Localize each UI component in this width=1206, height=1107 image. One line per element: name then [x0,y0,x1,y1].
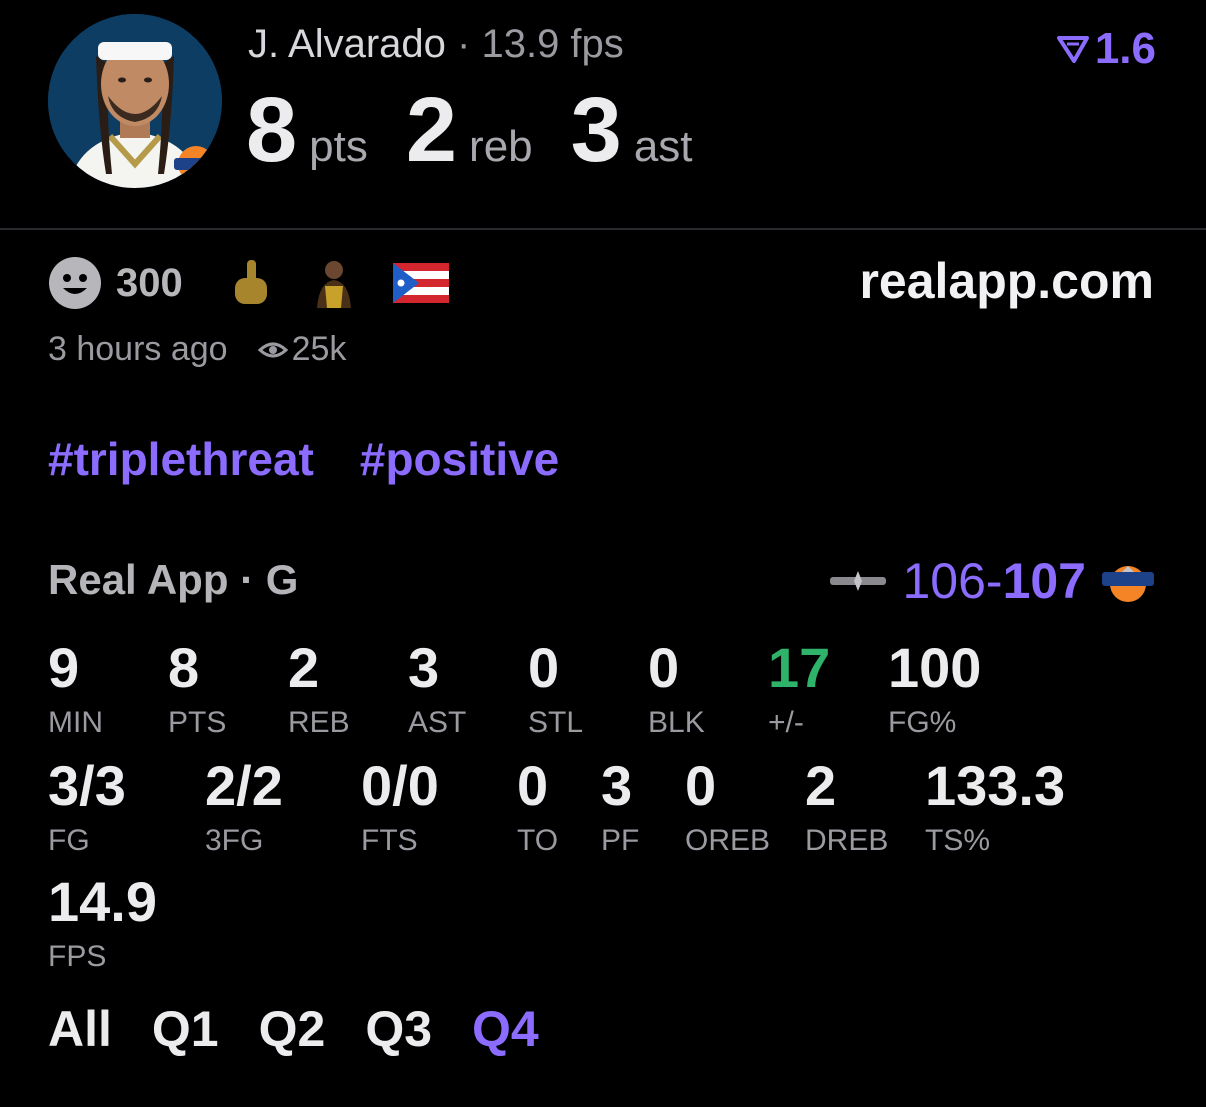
hashtags: #triplethreat #positive [48,432,559,486]
stat-blk: 0 BLK [648,640,705,740]
away-score: 106 [902,553,986,609]
puerto-rico-flag[interactable] [392,263,449,303]
home-score: 107 [1002,553,1086,609]
stat-value: 2/2 [205,754,283,817]
reactions-row: 300 [48,256,449,310]
knicks-logo [1102,566,1154,602]
stat-value: 0 [648,636,680,699]
eye-icon [257,342,288,357]
stat-label: +/- [768,706,804,739]
league-label: Real App · G [48,556,299,603]
player-avatar[interactable] [48,14,222,188]
middle-finger-emoji[interactable] [229,258,273,308]
stat-label: OREB [685,824,771,857]
player-sticker[interactable] [311,258,357,308]
stat-fg: 3/3 FG [48,758,126,858]
header-divider [0,228,1206,230]
headline-ast-unit: ast [633,122,693,171]
player-fps: 13.9 fps [481,22,624,66]
stat-label: DREB [805,824,889,857]
stat-label: AST [408,706,467,739]
headline-pts-unit: pts [309,122,368,171]
stat-value: 3/3 [48,754,126,817]
headline-ast-value: 3 [570,79,622,181]
stat-dreb: 2 DREB [805,758,888,858]
player-title: J. Alvarado · 13.9 fps [248,22,624,67]
rating-value: 1.6 [1094,24,1156,73]
stat-pf: 3 PF [601,758,639,858]
post-card: J. Alvarado · 13.9 fps 8 pts 2 reb 3 ast… [0,0,1206,1107]
stat-ts-pct: 133.3 TS% [925,758,1065,858]
stat-label: STL [528,706,584,739]
stat-label: FG% [888,706,957,739]
stat-label: REB [288,706,350,739]
headline-reb-value: 2 [405,79,458,181]
reaction-count: 300 [116,260,183,305]
smiley-icon[interactable] [48,256,102,310]
stat-label: 3FG [205,824,264,857]
stat-to: 0 TO [517,758,558,858]
player-name[interactable]: J. Alvarado [248,22,446,66]
stat-value: 8 [168,636,200,699]
real-logo-icon [1056,36,1089,63]
stat-value: 17 [768,636,831,699]
stat-fg-pct: 100 FG% [888,640,981,740]
stat-value: 3 [408,636,440,699]
stat-fps: 14.9 FPS [48,874,157,974]
spurs-logo [830,571,887,591]
headline-reb-unit: reb [469,122,533,171]
tab-q3[interactable]: Q3 [365,1000,432,1058]
stat-value: 2 [288,636,320,699]
hashtag-triplethreat[interactable]: #triplethreat [48,432,314,486]
stat-value: 9 [48,636,80,699]
tab-all[interactable]: All [48,1000,112,1058]
view-count: 25k [291,330,347,368]
stat-label: PF [601,824,640,857]
stat-value: 0 [528,636,560,699]
quarter-tabs: All Q1 Q2 Q3 Q4 [48,1000,539,1058]
title-separator: · [457,22,471,66]
stat-3fg: 2/2 3FG [205,758,283,858]
headline-pts-value: 8 [246,79,298,181]
stat-label: TS% [925,824,991,857]
stat-oreb: 0 OREB [685,758,770,858]
stat-label: PTS [168,706,227,739]
stat-label: FPS [48,940,107,973]
stat-label: TO [517,824,559,857]
post-meta: 3 hours ago 25k [48,330,346,369]
stat-value: 100 [888,636,982,699]
stat-min: 9 MIN [48,640,103,740]
stat-value: 2 [805,754,837,817]
stat-stl: 0 STL [528,640,583,740]
headline-stats: 8 pts 2 reb 3 ast [246,78,731,183]
time-ago: 3 hours ago [48,330,228,368]
hashtag-positive[interactable]: #positive [360,432,559,486]
stat-label: MIN [48,706,103,739]
stat-value: 133.3 [925,754,1066,817]
game-score[interactable]: 106 - 107 [828,552,1156,610]
tab-q1[interactable]: Q1 [152,1000,219,1058]
stat-reb: 2 REB [288,640,350,740]
stat-pts: 8 PTS [168,640,226,740]
stat-value: 0/0 [361,754,439,817]
tab-q4[interactable]: Q4 [472,1000,539,1058]
stat-label: FTS [361,824,418,857]
stat-value: 14.9 [48,870,157,933]
stat-value: 3 [601,754,633,817]
stat-plus-minus: 17 +/- [768,640,830,740]
tab-q2[interactable]: Q2 [259,1000,326,1058]
stat-value: 0 [685,754,717,817]
stat-value: 0 [517,754,549,817]
stat-label: BLK [648,706,705,739]
site-link[interactable]: realapp.com [859,252,1154,310]
stat-fts: 0/0 FTS [361,758,439,858]
rating-badge[interactable]: 1.6 [1056,24,1156,74]
stat-label: FG [48,824,90,857]
stat-ast: 3 AST [408,640,466,740]
score-dash: - [985,553,1003,609]
